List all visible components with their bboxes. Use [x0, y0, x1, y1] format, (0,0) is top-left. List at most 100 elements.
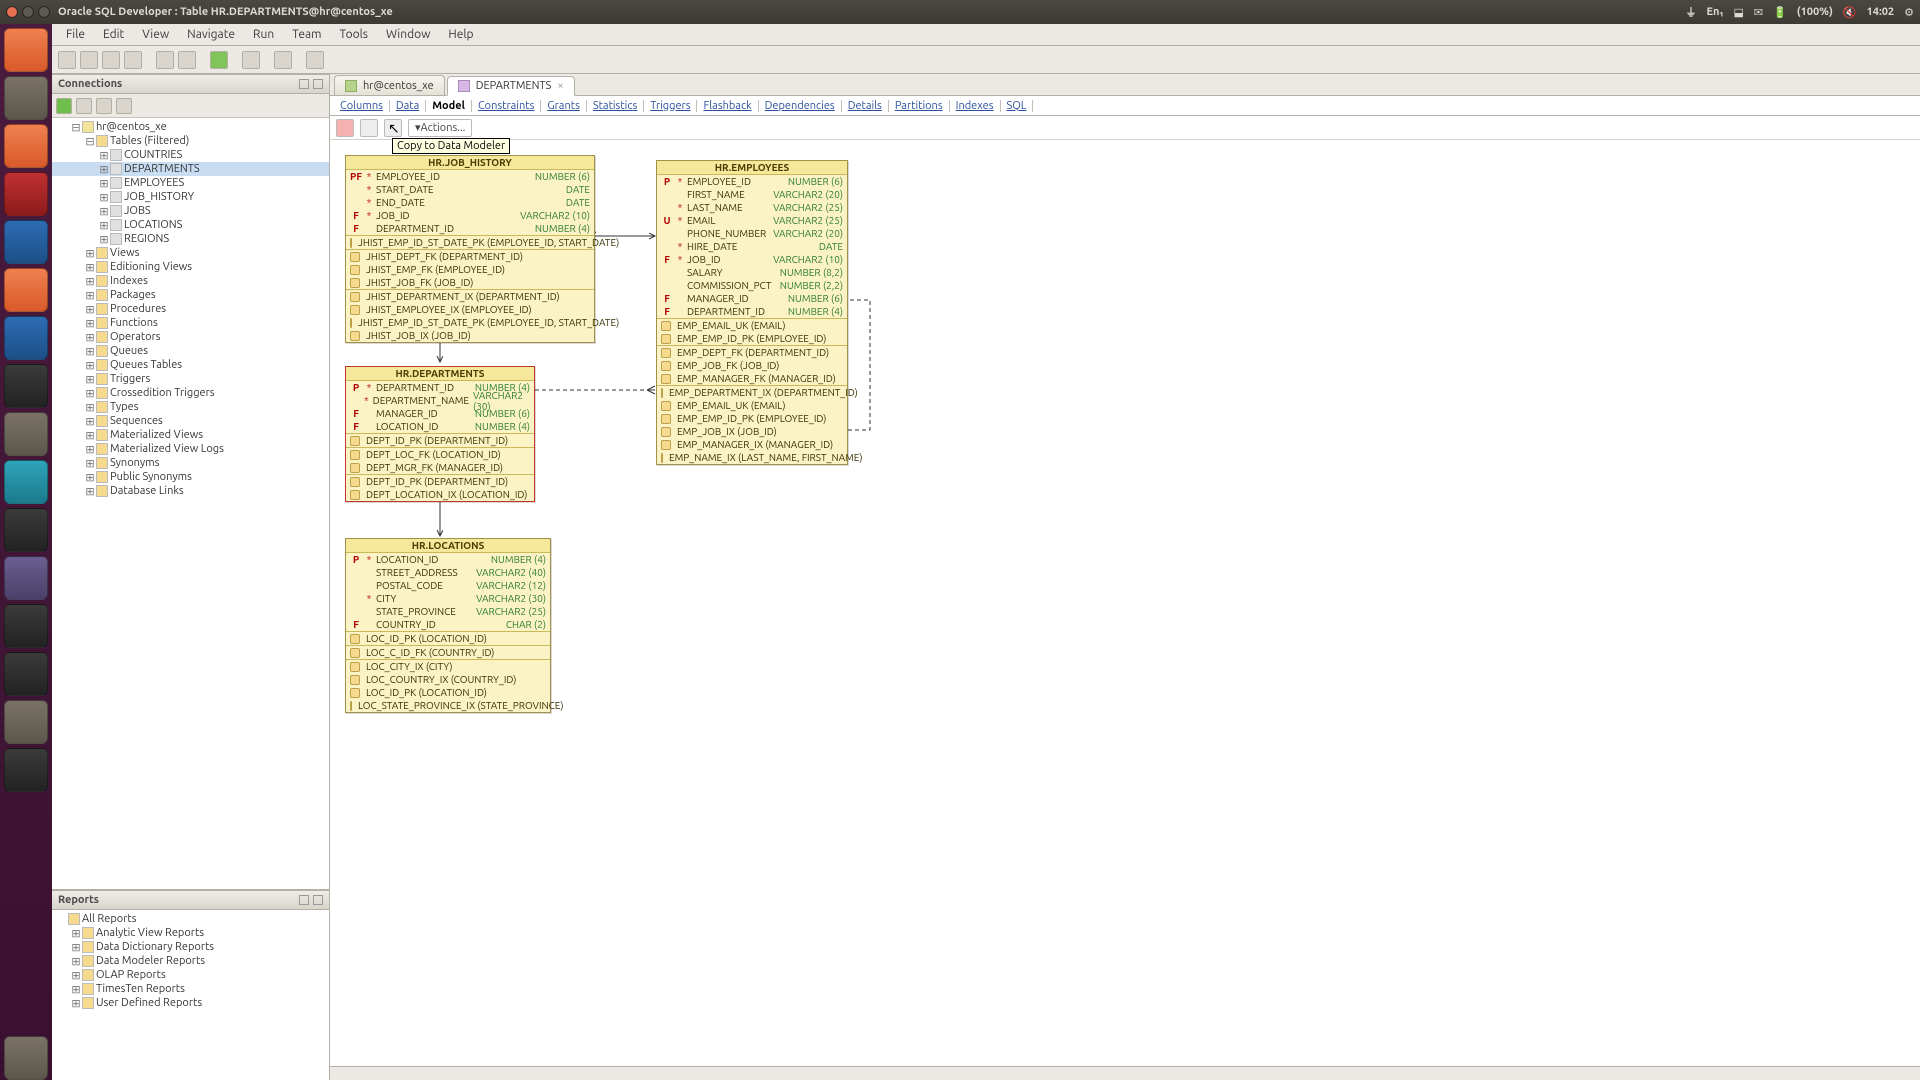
pin-button[interactable]	[336, 119, 354, 137]
tree-item[interactable]: ⊞Materialized Views	[52, 428, 329, 442]
launcher-trash-icon[interactable]	[4, 1036, 48, 1080]
subtab-details[interactable]: Details	[842, 100, 889, 112]
report-item[interactable]: ⊞Data Dictionary Reports	[52, 940, 329, 954]
launcher-sqldeveloper-icon[interactable]	[4, 460, 48, 504]
mail-icon[interactable]: ✉	[1754, 6, 1763, 19]
subtab-statistics[interactable]: Statistics	[587, 100, 644, 112]
entity-job-history[interactable]: HR.JOB_HISTORYPF*EMPLOYEE_IDNUMBER (6)*S…	[345, 155, 595, 343]
launcher-app-icon[interactable]	[4, 652, 48, 696]
tree-item[interactable]: ⊞DEPARTMENTS	[52, 162, 329, 176]
report-item[interactable]: ⊞Analytic View Reports	[52, 926, 329, 940]
tree-item[interactable]: ⊞Indexes	[52, 274, 329, 288]
menu-run[interactable]: Run	[245, 26, 282, 43]
battery-icon[interactable]: 🔋	[1773, 6, 1787, 19]
tree-item[interactable]: ⊞COUNTRIES	[52, 148, 329, 162]
panel-maximize-icon[interactable]	[313, 79, 323, 89]
tree-item[interactable]: ⊞Triggers	[52, 372, 329, 386]
open-button[interactable]	[80, 51, 98, 69]
tree-item[interactable]: ⊞Database Links	[52, 484, 329, 498]
tab-connection[interactable]: hr@centos_xe	[334, 75, 445, 95]
tool-button[interactable]	[274, 51, 292, 69]
tree-item[interactable]: ⊞Editioning Views	[52, 260, 329, 274]
tree-item[interactable]: ⊞JOB_HISTORY	[52, 190, 329, 204]
launcher-app-icon[interactable]	[4, 172, 48, 216]
redo-button[interactable]	[178, 51, 196, 69]
subtab-flashback[interactable]: Flashback	[697, 100, 758, 112]
tree-item[interactable]: ⊞Crossedition Triggers	[52, 386, 329, 400]
subtab-dependencies[interactable]: Dependencies	[759, 100, 842, 112]
subtab-model[interactable]: Model	[426, 100, 472, 112]
subtab-triggers[interactable]: Triggers	[644, 100, 697, 112]
connections-tree[interactable]: ⊟hr@centos_xe⊟Tables (Filtered)⊞COUNTRIE…	[52, 118, 329, 890]
menu-tools[interactable]: Tools	[331, 26, 376, 43]
tree-item[interactable]: ⊞Sequences	[52, 414, 329, 428]
run-button[interactable]	[210, 51, 228, 69]
new-button[interactable]	[58, 51, 76, 69]
volume-icon[interactable]: 🔇	[1843, 6, 1857, 19]
subtab-indexes[interactable]: Indexes	[950, 100, 1001, 112]
menu-help[interactable]: Help	[440, 26, 481, 43]
tree-item[interactable]: ⊞Functions	[52, 316, 329, 330]
entity-departments[interactable]: HR.DEPARTMENTSP*DEPARTMENT_IDNUMBER (4)*…	[345, 366, 535, 502]
report-item[interactable]: ⊞Data Modeler Reports	[52, 954, 329, 968]
tree-item[interactable]: ⊞Packages	[52, 288, 329, 302]
tool-button[interactable]	[116, 98, 132, 114]
panel-minimize-icon[interactable]	[299, 895, 309, 905]
reports-tree[interactable]: All Reports⊞Analytic View Reports⊞Data D…	[52, 910, 329, 1080]
launcher-firefox-icon[interactable]	[4, 268, 48, 312]
actions-dropdown[interactable]: ▾ Actions...	[408, 119, 472, 137]
panel-maximize-icon[interactable]	[313, 895, 323, 905]
entity-employees[interactable]: HR.EMPLOYEESP*EMPLOYEE_IDNUMBER (6)FIRST…	[656, 160, 848, 465]
launcher-editor-icon[interactable]	[4, 412, 48, 456]
undo-button[interactable]	[156, 51, 174, 69]
language-indicator[interactable]: En₁	[1706, 6, 1723, 18]
close-tab-icon[interactable]: ×	[557, 80, 563, 92]
launcher-terminal-icon[interactable]	[4, 508, 48, 552]
model-canvas[interactable]: HR.JOB_HISTORYPF*EMPLOYEE_IDNUMBER (6)*S…	[330, 140, 1920, 1066]
tree-item[interactable]: ⊞JOBS	[52, 204, 329, 218]
new-connection-button[interactable]	[56, 98, 72, 114]
subtab-columns[interactable]: Columns	[334, 100, 390, 112]
menu-edit[interactable]: Edit	[95, 26, 132, 43]
menu-file[interactable]: File	[58, 26, 93, 43]
tool-button[interactable]	[306, 51, 324, 69]
subtab-partitions[interactable]: Partitions	[889, 100, 950, 112]
menu-view[interactable]: View	[134, 26, 177, 43]
save-button[interactable]	[102, 51, 120, 69]
tree-item[interactable]: ⊞LOCATIONS	[52, 218, 329, 232]
subtab-constraints[interactable]: Constraints	[472, 100, 541, 112]
tree-item[interactable]: ⊞Queues	[52, 344, 329, 358]
report-item[interactable]: ⊞TimesTen Reports	[52, 982, 329, 996]
close-window-button[interactable]	[6, 6, 18, 18]
menu-window[interactable]: Window	[378, 26, 438, 43]
minimize-window-button[interactable]	[22, 6, 34, 18]
subtab-grants[interactable]: Grants	[541, 100, 586, 112]
tree-item[interactable]: ⊞Types	[52, 400, 329, 414]
horizontal-scrollbar[interactable]	[330, 1066, 1920, 1080]
tree-item[interactable]: ⊞Procedures	[52, 302, 329, 316]
dropbox-icon[interactable]: ⬓	[1733, 6, 1743, 19]
maximize-window-button[interactable]	[38, 6, 50, 18]
tab-departments[interactable]: DEPARTMENTS ×	[447, 76, 575, 96]
tree-item[interactable]: ⊞REGIONS	[52, 232, 329, 246]
entity-locations[interactable]: HR.LOCATIONSP*LOCATION_IDNUMBER (4)STREE…	[345, 538, 551, 713]
launcher-thunderbird-icon[interactable]	[4, 220, 48, 264]
launcher-dash-icon[interactable]	[4, 28, 48, 72]
launcher-app-icon[interactable]	[4, 748, 48, 792]
report-item[interactable]: ⊞OLAP Reports	[52, 968, 329, 982]
launcher-vscode-icon[interactable]	[4, 316, 48, 360]
launcher-files-icon[interactable]	[4, 76, 48, 120]
menu-team[interactable]: Team	[284, 26, 329, 43]
tree-item[interactable]: ⊞Materialized View Logs	[52, 442, 329, 456]
launcher-help-icon[interactable]	[4, 700, 48, 744]
panel-minimize-icon[interactable]	[299, 79, 309, 89]
clock[interactable]: 14:02	[1867, 6, 1895, 18]
subtab-data[interactable]: Data	[390, 100, 426, 112]
tree-item[interactable]: ⊞Views	[52, 246, 329, 260]
tree-item[interactable]: ⊞Queues Tables	[52, 358, 329, 372]
copy-to-data-modeler-button[interactable]	[384, 119, 402, 137]
subtab-sql[interactable]: SQL	[1001, 100, 1034, 112]
refresh-model-button[interactable]	[360, 119, 378, 137]
launcher-app-icon[interactable]	[4, 364, 48, 408]
tree-item[interactable]: ⊞Public Synonyms	[52, 470, 329, 484]
